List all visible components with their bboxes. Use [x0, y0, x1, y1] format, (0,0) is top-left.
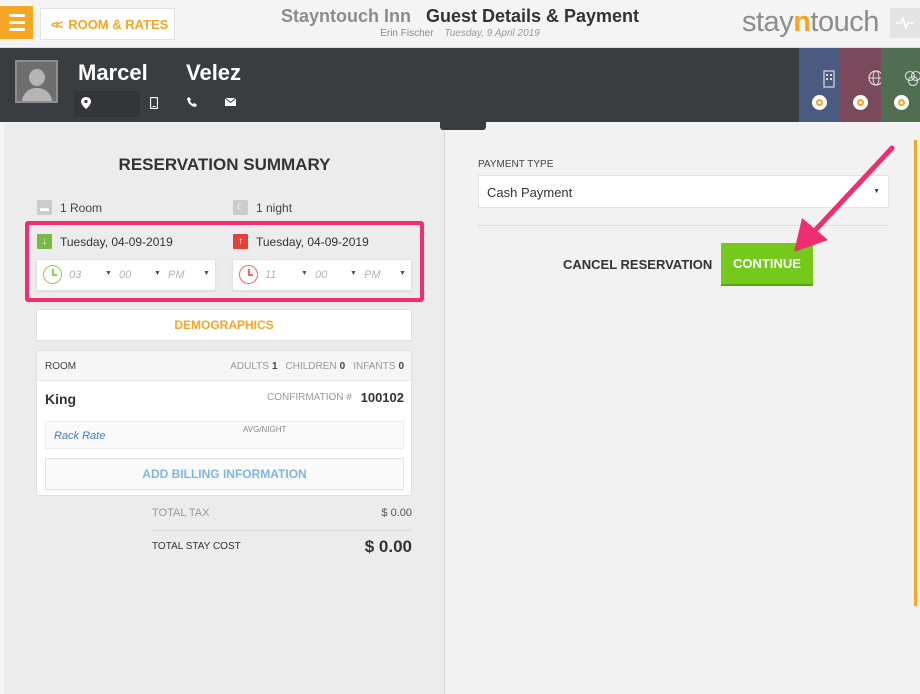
- search-icon-ring: [816, 99, 823, 106]
- arrival-date: ↓ Tuesday, 04-09-2019: [37, 234, 173, 249]
- moon-icon: ☾: [233, 200, 248, 215]
- chevron-down-icon[interactable]: ▼: [350, 270, 357, 277]
- payment-type-select[interactable]: Cash Payment ▼: [478, 175, 889, 208]
- heartbeat-icon[interactable]: [890, 8, 920, 38]
- scrollbar[interactable]: [914, 140, 917, 606]
- children: CHILDREN 0: [286, 361, 346, 372]
- rate-row[interactable]: Rack Rate AVG/NIGHT: [45, 421, 404, 449]
- logo-text-1: stay: [742, 6, 794, 38]
- top-bar: << ROOM & RATES Stayntouch Inn Guest Det…: [0, 0, 920, 48]
- clock-icon: [239, 265, 258, 284]
- room-header-label: ROOM: [45, 361, 77, 372]
- children-label: CHILDREN: [285, 361, 337, 372]
- arrival-ampm[interactable]: PM: [168, 269, 185, 281]
- chevron-down-icon[interactable]: ▼: [399, 270, 406, 277]
- search-icon[interactable]: [894, 95, 909, 110]
- phone-icon[interactable]: [187, 97, 197, 110]
- divider: [478, 225, 889, 226]
- departure-ampm[interactable]: PM: [364, 269, 381, 281]
- arrival-hour[interactable]: 03: [69, 269, 81, 281]
- chevron-down-icon[interactable]: ▼: [873, 188, 880, 195]
- payment-type-label: PAYMENT TYPE: [478, 159, 554, 170]
- tile-rings[interactable]: [881, 48, 920, 122]
- chevron-down-icon[interactable]: ▼: [203, 270, 210, 277]
- search-icon[interactable]: [853, 95, 868, 110]
- location-pin-icon: [81, 97, 91, 112]
- payment-panel: [446, 123, 920, 694]
- guest-last-name[interactable]: Velez: [186, 60, 241, 86]
- hotel-name: Stayntouch Inn: [280, 6, 411, 26]
- divider: [152, 530, 412, 531]
- confirmation-number: 100102: [360, 390, 404, 405]
- tile-globe[interactable]: [840, 48, 884, 122]
- children-count: 0: [339, 361, 346, 372]
- avatar-shoulders: [22, 88, 52, 101]
- search-icon-ring: [898, 99, 905, 106]
- departure-date: ↑ Tuesday, 04-09-2019: [233, 234, 369, 249]
- chevron-down-icon[interactable]: ▼: [105, 270, 112, 277]
- mobile-phone-icon[interactable]: [149, 96, 159, 112]
- bed-icon: ▬: [37, 200, 52, 215]
- infants-count: 0: [398, 361, 404, 372]
- rate-name[interactable]: Rack Rate: [54, 430, 105, 442]
- confirmation-label: CONFIRMATION #: [267, 392, 352, 403]
- room-type: King: [45, 391, 77, 407]
- email-icon[interactable]: [224, 97, 237, 109]
- rings-icon: [903, 70, 920, 89]
- tile-building[interactable]: [799, 48, 840, 122]
- departure-minute[interactable]: 00: [315, 269, 327, 281]
- logo-text-3: touch: [810, 6, 879, 38]
- add-billing-information-button[interactable]: ADD BILLING INFORMATION: [45, 458, 404, 490]
- infants: INFANTS 0: [353, 361, 404, 372]
- total-stay-cost-value: $ 0.00: [364, 537, 412, 556]
- stayntouch-logo: stayntouch: [742, 6, 879, 39]
- continue-button[interactable]: CONTINUE: [721, 243, 813, 286]
- infants-label: INFANTS: [353, 361, 396, 372]
- adults-count: 1: [271, 361, 278, 372]
- cancel-reservation-button[interactable]: CANCEL RESERVATION: [563, 257, 712, 272]
- avg-night-label: AVG/NIGHT: [243, 425, 287, 434]
- rooms-count-label: 1 Room: [60, 200, 103, 215]
- departure-time-picker[interactable]: 11 ▼ 00 ▼ PM ▼: [232, 259, 412, 291]
- total-stay-cost-label: TOTAL STAY COST: [152, 541, 241, 552]
- total-tax-label: TOTAL TAX: [152, 507, 210, 519]
- adults: ADULTS 1: [230, 361, 277, 372]
- arrival-minute[interactable]: 00: [119, 269, 131, 281]
- arrow-down-icon: ↓: [37, 234, 52, 249]
- occupancy: ADULTS 1 CHILDREN 0 INFANTS 0: [230, 361, 404, 372]
- arrow-up-icon: ↑: [233, 234, 248, 249]
- room-card-header: ROOM ADULTS 1 CHILDREN 0 INFANTS 0: [37, 351, 411, 381]
- adults-label: ADULTS: [230, 361, 269, 372]
- chevron-down-icon[interactable]: ▼: [301, 270, 308, 277]
- payment-type-value[interactable]: Cash Payment: [487, 185, 572, 200]
- nights-count-label: 1 night: [256, 200, 293, 215]
- avatar-head: [29, 69, 45, 86]
- panel-drag-handle[interactable]: [440, 122, 486, 130]
- room-card: ROOM ADULTS 1 CHILDREN 0 INFANTS 0 King CON…: [36, 350, 412, 496]
- departure-date-label: Tuesday, 04-09-2019: [256, 234, 369, 249]
- arrival-date-label: Tuesday, 04-09-2019: [60, 234, 173, 249]
- building-icon: [819, 70, 839, 91]
- arrival-time-picker[interactable]: 03 ▼ 00 ▼ PM ▼: [36, 259, 216, 291]
- logo-text-2: n: [793, 6, 811, 38]
- avatar: [15, 60, 58, 103]
- reservation-summary-title: RESERVATION SUMMARY: [118, 155, 331, 174]
- total-tax-value: $ 0.00: [381, 507, 412, 519]
- user-name: Erin Fischer: [380, 28, 434, 39]
- total-tax-row: TOTAL TAX $ 0.00: [152, 507, 412, 519]
- chevron-down-icon[interactable]: ▼: [154, 270, 161, 277]
- page-title: Guest Details & Payment: [425, 6, 640, 26]
- search-icon[interactable]: [812, 95, 827, 110]
- search-icon-ring: [857, 99, 864, 106]
- demographics-button[interactable]: DEMOGRAPHICS: [36, 309, 412, 341]
- guest-first-name[interactable]: Marcel: [78, 60, 148, 86]
- business-date: Tuesday, 9 April 2019: [444, 28, 540, 39]
- departure-hour[interactable]: 11: [265, 269, 276, 281]
- nights-count: ☾ 1 night: [233, 200, 292, 215]
- rooms-count: ▬ 1 Room: [37, 200, 102, 215]
- clock-icon: [43, 265, 62, 284]
